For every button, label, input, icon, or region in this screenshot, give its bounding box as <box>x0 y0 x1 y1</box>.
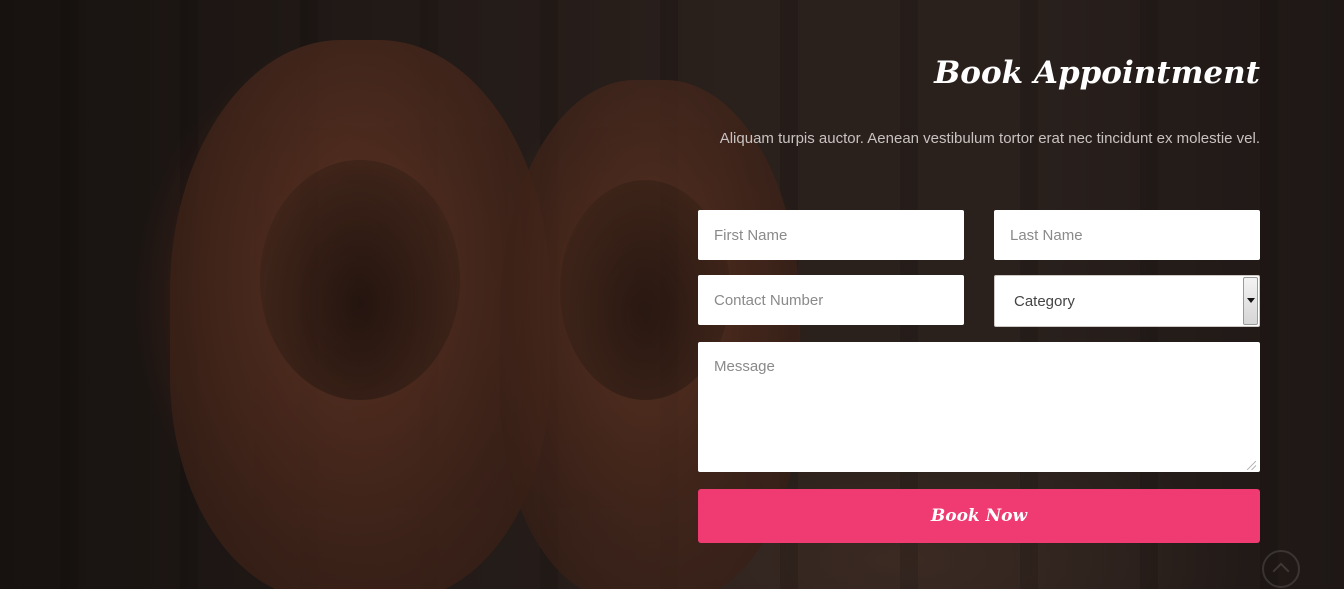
last-name-input[interactable] <box>994 210 1260 260</box>
first-name-input[interactable] <box>698 210 964 260</box>
section-title: Book Appointment <box>934 55 1260 91</box>
category-select[interactable]: Category <box>994 275 1260 327</box>
appointment-hero: Book Appointment Aliquam turpis auctor. … <box>0 0 1344 589</box>
background-dog-left <box>170 40 550 589</box>
contact-number-input[interactable] <box>698 275 964 325</box>
form-row-contact: Category <box>698 275 1260 327</box>
message-textarea[interactable] <box>698 342 1260 472</box>
caret-down-icon[interactable] <box>1243 277 1258 325</box>
form-row-names <box>698 210 1260 260</box>
appointment-form-panel: Book Appointment Aliquam turpis auctor. … <box>698 50 1260 543</box>
chevron-up-icon[interactable] <box>1262 550 1300 588</box>
section-description: Aliquam turpis auctor. Aenean vestibulum… <box>719 130 1260 147</box>
category-selected-value: Category <box>1014 293 1075 310</box>
dog-left-face <box>260 160 460 400</box>
resize-grip-icon[interactable] <box>1247 461 1256 470</box>
book-now-button[interactable]: Book Now <box>698 489 1260 543</box>
